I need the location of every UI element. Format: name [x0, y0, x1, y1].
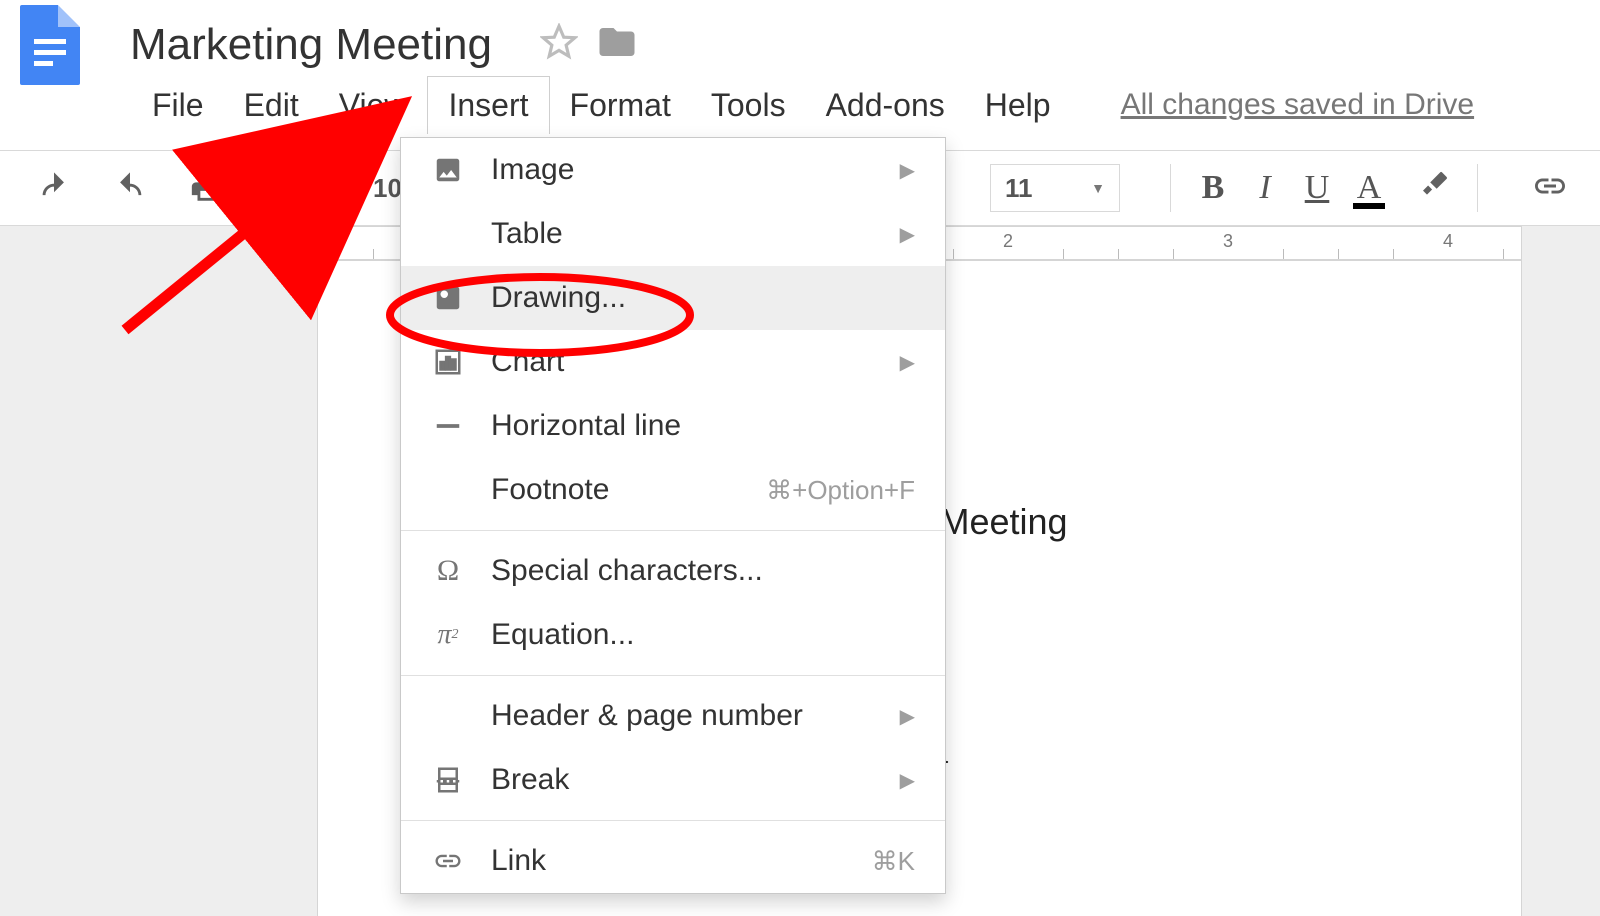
insert-header-page-number[interactable]: Header & page number ▶ [401, 684, 945, 748]
insert-dropdown: Image ▶ Table ▶ Drawing... Chart ▶ Horiz… [400, 137, 946, 894]
hline-icon [431, 409, 465, 443]
undo-button[interactable] [28, 162, 80, 214]
omega-icon: Ω [431, 554, 465, 588]
link-icon [431, 844, 465, 878]
folder-icon[interactable] [596, 21, 638, 70]
page-break-icon [431, 763, 465, 797]
docs-logo-icon[interactable] [20, 5, 80, 85]
print-button[interactable] [180, 162, 232, 214]
insert-table[interactable]: Table ▶ [401, 202, 945, 266]
drawing-icon [431, 281, 465, 315]
redo-button[interactable] [104, 162, 156, 214]
menu-file[interactable]: File [132, 77, 224, 134]
insert-footnote[interactable]: Footnote ⌘+Option+F [401, 458, 945, 522]
insert-link-button[interactable] [1520, 168, 1580, 209]
italic-button[interactable]: I [1239, 169, 1291, 207]
submenu-arrow-icon: ▶ [900, 704, 915, 729]
pi-icon: π2 [431, 618, 465, 652]
shortcut-label: ⌘K [872, 846, 915, 877]
submenu-arrow-icon: ▶ [900, 768, 915, 793]
insert-link[interactable]: Link ⌘K [401, 829, 945, 893]
chart-icon [431, 345, 465, 379]
font-size-value: 11 [1005, 173, 1033, 204]
menu-insert[interactable]: Insert [427, 76, 549, 134]
insert-chart[interactable]: Chart ▶ [401, 330, 945, 394]
insert-horizontal-line[interactable]: Horizontal line [401, 394, 945, 458]
insert-drawing[interactable]: Drawing... [401, 266, 945, 330]
menu-view[interactable]: View [319, 77, 428, 134]
menu-addons[interactable]: Add-ons [806, 77, 965, 134]
menu-format[interactable]: Format [550, 77, 691, 134]
insert-equation[interactable]: π2 Equation... [401, 603, 945, 667]
insert-special-characters[interactable]: Ω Special characters... [401, 539, 945, 603]
submenu-arrow-icon: ▶ [900, 158, 915, 183]
shortcut-label: ⌘+Option+F [766, 475, 915, 506]
underline-button[interactable]: U [1291, 169, 1343, 207]
ruler-num: 1 [317, 231, 323, 252]
menu-tools[interactable]: Tools [691, 77, 806, 134]
font-size-select[interactable]: 11 ▼ [990, 164, 1120, 212]
document-title[interactable]: Marketing Meeting [130, 20, 492, 70]
text-color-button[interactable]: A [1343, 169, 1395, 207]
menu-edit[interactable]: Edit [224, 77, 319, 134]
bold-button[interactable]: B [1187, 169, 1239, 207]
submenu-arrow-icon: ▶ [900, 222, 915, 247]
insert-break[interactable]: Break ▶ [401, 748, 945, 812]
star-icon[interactable] [540, 23, 578, 68]
submenu-arrow-icon: ▶ [900, 350, 915, 375]
drive-status[interactable]: All changes saved in Drive [1121, 88, 1475, 122]
insert-image[interactable]: Image ▶ [401, 138, 945, 202]
ruler-num: 3 [1223, 231, 1233, 252]
highlight-button[interactable] [1409, 168, 1461, 208]
paint-format-button[interactable] [256, 162, 308, 214]
chevron-down-icon: ▼ [1091, 180, 1105, 196]
image-icon [431, 153, 465, 187]
ruler-num: 2 [1003, 231, 1013, 252]
menu-help[interactable]: Help [965, 77, 1071, 134]
ruler-num: 4 [1443, 231, 1453, 252]
